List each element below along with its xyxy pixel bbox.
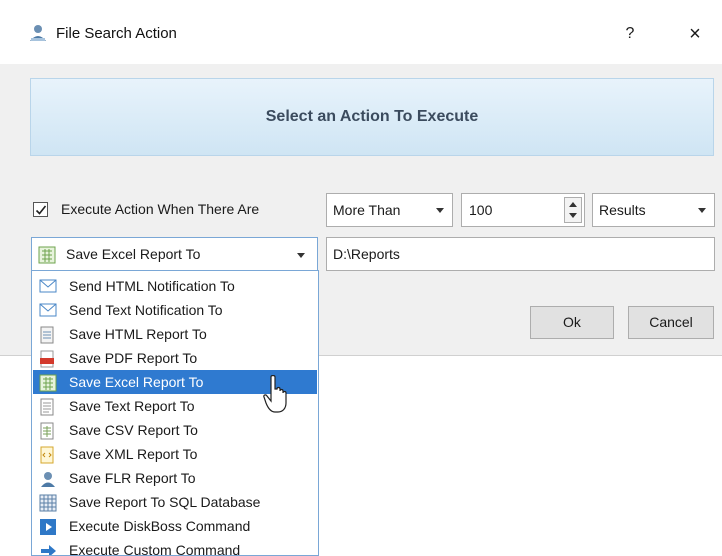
list-item-label: Save CSV Report To — [69, 422, 198, 438]
list-item-execute-custom-command[interactable]: Execute Custom Command — [33, 538, 317, 556]
spin-down-icon[interactable] — [569, 213, 577, 218]
spin-up-icon[interactable] — [569, 202, 577, 207]
excel-file-icon — [38, 246, 56, 267]
excel-file-icon — [39, 374, 57, 395]
unit-value: Results — [599, 202, 646, 218]
database-grid-icon — [39, 494, 57, 515]
flr-file-icon — [39, 470, 57, 491]
ok-button[interactable]: Ok — [530, 306, 614, 339]
list-item-save-flr-report[interactable]: Save FLR Report To — [33, 466, 317, 490]
title-bar: File Search Action ? × — [0, 0, 722, 64]
action-selected-value: Save Excel Report To — [66, 246, 201, 262]
destination-path-input[interactable]: D:\Reports — [326, 237, 715, 271]
list-item-label: Save Report To SQL Database — [69, 494, 261, 510]
count-value: 100 — [469, 202, 493, 218]
list-item-send-text-notification[interactable]: Send Text Notification To — [33, 298, 317, 322]
list-item-send-html-notification[interactable]: Send HTML Notification To — [33, 274, 317, 298]
list-item-label: Save FLR Report To — [69, 470, 196, 486]
action-row: Save Excel Report To D:\Reports — [0, 237, 722, 271]
list-item-save-xml-report[interactable]: Save XML Report To — [33, 442, 317, 466]
list-item-save-report-sql[interactable]: Save Report To SQL Database — [33, 490, 317, 514]
window-title: File Search Action — [56, 25, 177, 42]
unit-select[interactable]: Results — [592, 193, 715, 227]
condition-row: Execute Action When There Are More Than … — [0, 193, 722, 227]
banner-text: Select an Action To Execute — [265, 108, 479, 125]
list-item-label: Save HTML Report To — [69, 326, 207, 342]
list-item-label: Execute DiskBoss Command — [69, 518, 251, 534]
cancel-button[interactable]: Cancel — [628, 306, 714, 339]
pdf-file-icon — [39, 350, 55, 371]
checkmark-icon — [35, 205, 47, 215]
destination-path-value: D:\Reports — [333, 246, 400, 262]
comparison-select[interactable]: More Than — [326, 193, 453, 227]
list-item-label: Execute Custom Command — [69, 542, 241, 556]
html-file-icon — [39, 326, 55, 347]
list-item-label: Save XML Report To — [69, 446, 198, 462]
mouse-pointer-icon — [262, 374, 288, 418]
list-item-save-html-report[interactable]: Save HTML Report To — [33, 322, 317, 346]
chevron-down-icon — [698, 208, 706, 213]
list-item-label: Save Excel Report To — [69, 374, 204, 390]
envelope-icon — [39, 302, 57, 321]
comparison-value: More Than — [333, 202, 401, 218]
help-button[interactable]: ? — [610, 16, 650, 52]
close-button[interactable]: × — [672, 16, 718, 52]
list-item-label: Send HTML Notification To — [69, 278, 235, 294]
chevron-down-icon — [436, 208, 444, 213]
execute-checkbox-label: Execute Action When There Are — [61, 201, 260, 217]
csv-file-icon — [39, 422, 55, 443]
banner: Select an Action To Execute — [30, 78, 714, 156]
spin-buttons[interactable] — [564, 197, 582, 223]
envelope-icon — [39, 278, 57, 297]
count-spinbox[interactable]: 100 — [461, 193, 585, 227]
list-item-label: Save PDF Report To — [69, 350, 198, 366]
action-select[interactable]: Save Excel Report To — [31, 237, 318, 271]
chevron-down-icon — [297, 253, 305, 258]
list-item-save-pdf-report[interactable]: Save PDF Report To — [33, 346, 317, 370]
text-file-icon — [39, 398, 55, 419]
execute-checkbox[interactable] — [33, 202, 48, 217]
list-item-label: Send Text Notification To — [69, 302, 223, 318]
list-item-save-csv-report[interactable]: Save CSV Report To — [33, 418, 317, 442]
app-person-icon — [28, 23, 48, 43]
play-icon — [39, 518, 57, 539]
xml-file-icon — [39, 446, 55, 467]
list-item-execute-diskboss-command[interactable]: Execute DiskBoss Command — [33, 514, 317, 538]
list-item-label: Save Text Report To — [69, 398, 195, 414]
arrow-right-icon — [39, 542, 57, 555]
